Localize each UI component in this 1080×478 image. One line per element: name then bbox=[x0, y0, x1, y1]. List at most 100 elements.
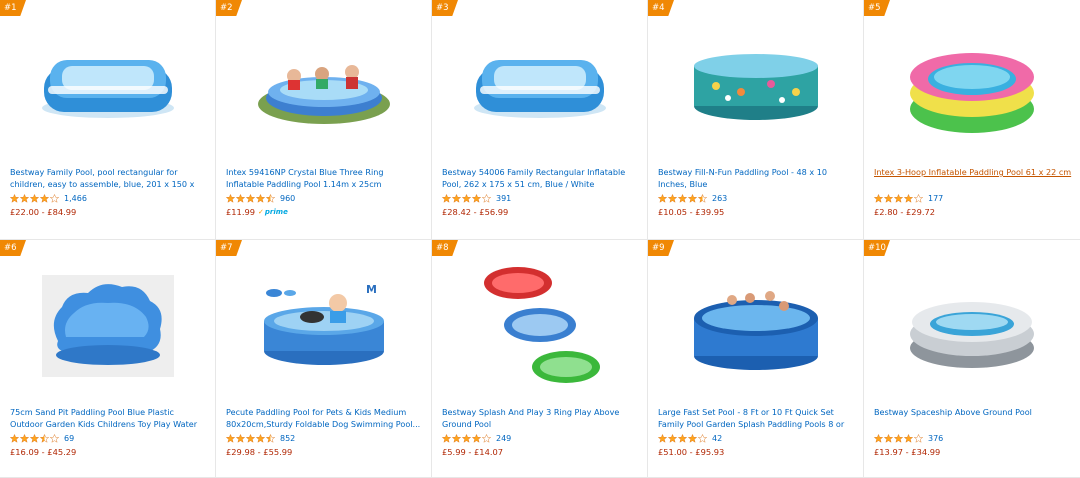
star-rating bbox=[226, 433, 276, 443]
product-card[interactable]: #8 Bestway Splash And Play 3 Ring Play A… bbox=[432, 240, 648, 478]
star-icon bbox=[452, 433, 461, 443]
star-icon bbox=[462, 193, 471, 203]
review-count-link[interactable]: 1,466 bbox=[64, 194, 87, 203]
product-title-link[interactable]: 75cm Sand Pit Paddling Pool Blue Plastic… bbox=[10, 406, 207, 430]
star-icon bbox=[266, 193, 275, 203]
review-count-link[interactable]: 69 bbox=[64, 434, 74, 443]
product-title-link[interactable]: Bestway Spaceship Above Ground Pool bbox=[874, 406, 1072, 430]
round-patterned-pool-icon bbox=[686, 46, 826, 130]
product-title-link[interactable]: Bestway Splash And Play 3 Ring Play Abov… bbox=[442, 406, 639, 430]
rank-badge: #8 bbox=[432, 240, 458, 256]
star-icon bbox=[668, 433, 677, 443]
price-text: £28.42 - £56.99 bbox=[442, 207, 509, 217]
star-icon bbox=[40, 433, 49, 443]
product-image[interactable] bbox=[432, 18, 647, 158]
product-rating[interactable]: 391 bbox=[442, 192, 639, 204]
product-image[interactable] bbox=[432, 258, 647, 398]
star-icon bbox=[678, 433, 687, 443]
review-count-link[interactable]: 960 bbox=[280, 194, 295, 203]
product-rating[interactable]: 1,466 bbox=[10, 192, 207, 204]
product-image[interactable] bbox=[216, 18, 431, 158]
product-card[interactable]: #4 Bestway Fill-N-Fun Paddling Pool - 48… bbox=[648, 0, 864, 240]
rank-badge: #3 bbox=[432, 0, 458, 16]
star-icon bbox=[452, 193, 461, 203]
product-image[interactable]: M bbox=[216, 258, 431, 398]
product-title-link[interactable]: Large Fast Set Pool - 8 Ft or 10 Ft Quic… bbox=[658, 406, 855, 430]
star-icon bbox=[10, 433, 19, 443]
product-rating[interactable]: 376 bbox=[874, 432, 1072, 444]
price-text: £51.00 - £95.93 bbox=[658, 447, 725, 457]
star-icon bbox=[688, 433, 697, 443]
product-card[interactable]: #10 Bestway Spaceship Above Ground Pool … bbox=[864, 240, 1080, 478]
review-count-link[interactable]: 263 bbox=[712, 194, 727, 203]
star-icon bbox=[40, 193, 49, 203]
star-icon bbox=[472, 433, 481, 443]
review-count-link[interactable]: 852 bbox=[280, 434, 295, 443]
product-title-link[interactable]: Bestway Fill-N-Fun Paddling Pool - 48 x … bbox=[658, 166, 855, 190]
price-text: £29.98 - £55.99 bbox=[226, 447, 293, 457]
star-rating bbox=[226, 193, 276, 203]
rank-badge: #5 bbox=[864, 0, 890, 16]
price-text: £5.99 - £14.07 bbox=[442, 447, 504, 457]
star-icon bbox=[236, 433, 245, 443]
product-price: £2.80 - £29.72 bbox=[874, 207, 1072, 217]
star-icon bbox=[30, 433, 39, 443]
product-rating[interactable]: 69 bbox=[10, 432, 207, 444]
product-rating[interactable]: 177 bbox=[874, 192, 1072, 204]
product-title-link[interactable]: Pecute Paddling Pool for Pets & Kids Med… bbox=[226, 406, 423, 430]
product-rating[interactable]: 852 bbox=[226, 432, 423, 444]
review-count-link[interactable]: 376 bbox=[928, 434, 943, 443]
product-image[interactable] bbox=[648, 258, 863, 398]
three-rings-icon bbox=[470, 261, 610, 395]
star-rating bbox=[10, 193, 60, 203]
product-rating[interactable]: 960 bbox=[226, 192, 423, 204]
review-count-link[interactable]: 391 bbox=[496, 194, 511, 203]
product-card[interactable]: #5 Intex 3-Hoop Inflatable Paddling Pool… bbox=[864, 0, 1080, 240]
star-icon bbox=[462, 433, 471, 443]
star-icon bbox=[226, 433, 235, 443]
product-card[interactable]: #9 Large Fast Set Pool - 8 Ft or 10 Ft Q… bbox=[648, 240, 864, 478]
product-price: £29.98 - £55.99 bbox=[226, 447, 423, 457]
product-card[interactable]: #7 M Pecute Paddling Pool for Pets & Kid… bbox=[216, 240, 432, 478]
rank-badge: #10 bbox=[864, 240, 890, 256]
product-image[interactable] bbox=[864, 258, 1080, 398]
product-image[interactable] bbox=[0, 18, 215, 158]
star-icon bbox=[874, 193, 883, 203]
product-price: £22.00 - £84.99 bbox=[10, 207, 207, 217]
review-count-link[interactable]: 249 bbox=[496, 434, 511, 443]
product-card[interactable]: #2 Intex 59416NP Crystal Blue Three Ring… bbox=[216, 0, 432, 240]
price-text: £11.99 bbox=[226, 207, 256, 217]
review-count-link[interactable]: 177 bbox=[928, 194, 943, 203]
fast-set-pool-icon bbox=[686, 276, 826, 380]
prime-badge: prime bbox=[258, 208, 288, 216]
product-title-link[interactable]: Bestway Family Pool, pool rectangular fo… bbox=[10, 166, 207, 190]
product-rating[interactable]: 42 bbox=[658, 432, 855, 444]
product-price: £11.99 prime bbox=[226, 207, 423, 217]
star-icon bbox=[914, 433, 923, 443]
product-card[interactable]: #3 Bestway 54006 Family Rectangular Infl… bbox=[432, 0, 648, 240]
star-rating bbox=[442, 433, 492, 443]
rank-badge: #1 bbox=[0, 0, 26, 16]
product-card[interactable]: #6 75cm Sand Pit Paddling Pool Blue Plas… bbox=[0, 240, 216, 478]
product-image[interactable] bbox=[648, 18, 863, 158]
product-rating[interactable]: 263 bbox=[658, 192, 855, 204]
star-icon bbox=[698, 433, 707, 443]
product-rating[interactable]: 249 bbox=[442, 432, 639, 444]
product-title-link[interactable]: Intex 59416NP Crystal Blue Three Ring In… bbox=[226, 166, 423, 190]
star-rating bbox=[10, 433, 60, 443]
product-image[interactable] bbox=[864, 18, 1080, 158]
rect-pool-icon bbox=[470, 46, 610, 130]
review-count-link[interactable]: 42 bbox=[712, 434, 722, 443]
star-icon bbox=[904, 193, 913, 203]
star-icon bbox=[236, 193, 245, 203]
product-image[interactable] bbox=[0, 258, 215, 398]
star-icon bbox=[442, 193, 451, 203]
star-icon bbox=[482, 193, 491, 203]
star-icon bbox=[246, 433, 255, 443]
product-title-link[interactable]: Bestway 54006 Family Rectangular Inflata… bbox=[442, 166, 639, 190]
product-card[interactable]: #1 Bestway Family Pool, pool rectangular… bbox=[0, 0, 216, 240]
star-icon bbox=[894, 193, 903, 203]
pet-pool-icon: M bbox=[254, 281, 394, 375]
product-price: £13.97 - £34.99 bbox=[874, 447, 1072, 457]
product-title-link[interactable]: Intex 3-Hoop Inflatable Paddling Pool 61… bbox=[874, 166, 1072, 190]
